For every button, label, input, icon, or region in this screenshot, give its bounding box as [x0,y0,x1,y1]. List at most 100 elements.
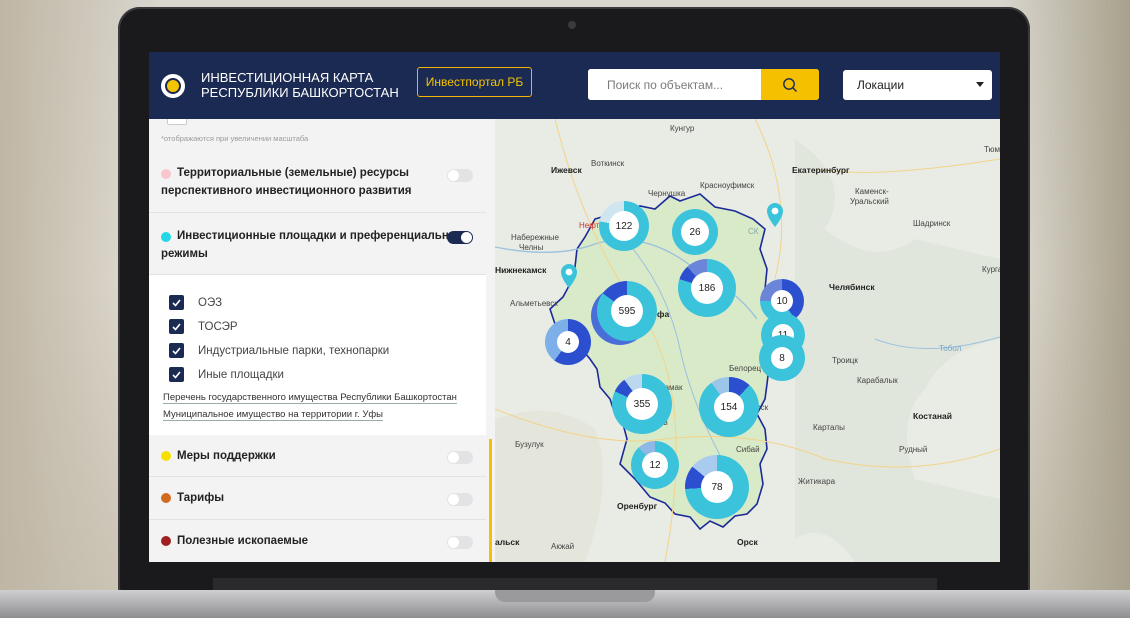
map-label: Карталы [813,423,845,432]
layer-section-minerals: Полезные ископаемые [149,520,486,562]
search-button[interactable] [761,69,819,100]
cluster-count: 355 [626,388,658,420]
invest-subfilters: ОЭЗ ТОСЭР Индустриальные парки, технопар… [149,275,486,435]
map-label: Житикара [798,477,836,486]
map-label: СК [748,227,759,236]
map-label: Тюм [984,145,1000,154]
map-label: Челябинск [829,282,875,292]
search-box [588,69,819,100]
map-label: Сибай [736,445,760,454]
layer-title-tariffs: Тарифы [177,492,225,504]
map-label: фа [657,309,670,319]
checkbox-label: Иные площадки [198,368,284,381]
checkbox-partial[interactable] [167,119,187,125]
cluster-count: 595 [611,295,643,327]
toggle-tariffs[interactable] [447,493,473,506]
app-header: ИНВЕСТИЦИОННАЯ КАРТА РЕСПУБЛИКИ БАШКОРТО… [149,52,1000,119]
cluster-marker[interactable]: 12 [631,441,679,489]
cluster-marker[interactable]: 595 [597,281,657,341]
map-label: Оренбург [617,501,658,511]
cluster-count: 4 [557,331,579,353]
cluster-marker[interactable]: 186 [678,259,736,317]
map-label: Орск [737,537,758,547]
map-label: Нижнекамск [495,265,547,275]
map-label: Нефт [579,221,600,230]
location-select[interactable]: Локации [843,70,992,100]
search-input[interactable] [588,69,761,100]
laptop-hinge [213,578,937,590]
cluster-count: 8 [771,347,793,369]
cluster-count: 10 [771,290,793,312]
checkbox-row-industrial[interactable]: Индустриальные парки, технопарки [169,343,389,358]
map-label: Костанай [913,411,952,421]
link-state-property[interactable]: Перечень государственного имущества Респ… [163,392,457,404]
laptop-notch [495,590,655,602]
layer-title-line1: Территориальные (земельные) ресурсы [177,167,409,179]
check-icon [172,370,181,379]
layers-sidebar: *отображаются при увеличении масштаба Те… [149,119,495,562]
chevron-down-icon [976,82,984,87]
zoom-note: *отображаются при увеличении масштаба [161,134,309,143]
app-title-line2: РЕСПУБЛИКИ БАШКОРТОСТАН [201,85,399,100]
check-icon [172,298,181,307]
toggle-land[interactable] [447,169,473,182]
checkbox-checked[interactable] [169,319,184,334]
map-label: Уральский [850,197,889,206]
map-label: Альметьевск [510,299,558,308]
map-pin-icon[interactable] [561,264,577,288]
toggle-support[interactable] [447,451,473,464]
map-label: Карабалык [857,376,898,385]
map-view[interactable]: Кунгур Ижевск Воткинск Екатеринбург Черн… [495,119,1000,562]
cluster-marker[interactable]: 355 [612,374,672,434]
cluster-marker[interactable]: 78 [685,455,749,519]
checkbox-label: ТОСЭР [198,320,238,333]
link-municipal-property[interactable]: Муниципальное имущество на территории г.… [163,409,383,421]
app-title-line1: ИНВЕСТИЦИОННАЯ КАРТА [201,70,374,85]
checkbox-row-other[interactable]: Иные площадки [169,367,284,382]
cluster-marker[interactable]: 4 [545,319,591,365]
map-label: Шадринск [913,219,951,228]
map-label: Красноуфимск [700,181,755,190]
cluster-marker[interactable]: 122 [599,201,649,251]
check-icon [172,322,181,331]
layer-section-tariffs: Тарифы [149,477,486,520]
cluster-marker[interactable]: 154 [699,377,759,437]
screen: ИНВЕСТИЦИОННАЯ КАРТА РЕСПУБЛИКИ БАШКОРТО… [149,52,1000,562]
map-pin-icon[interactable] [767,203,783,227]
layer-title-line2: перспективного инвестиционного развития [161,185,412,197]
sidebar-scrollbar[interactable] [489,439,492,562]
map-label: Троицк [832,356,858,365]
cluster-count: 12 [642,452,668,478]
app-title[interactable]: ИНВЕСТИЦИОННАЯ КАРТА РЕСПУБЛИКИ БАШКОРТО… [201,70,421,100]
location-select-value: Локации [857,78,905,92]
coat-of-arms-icon[interactable] [161,74,185,98]
checkbox-row-toser[interactable]: ТОСЭР [169,319,238,334]
search-icon [783,77,797,92]
layer-title-invest: Инвестиционные площадки и преференциальн… [161,227,465,263]
toggle-invest[interactable] [447,231,473,244]
cluster-count: 154 [714,392,744,422]
check-icon [172,346,181,355]
cluster-marker[interactable]: 8 [759,335,805,381]
layer-title-support: Меры поддержки [177,450,276,462]
cluster-count: 78 [701,471,733,503]
layer-title-minerals: Полезные ископаемые [177,535,309,547]
cluster-marker[interactable]: 26 [672,209,718,255]
map-label: Ижевск [551,165,582,175]
map-label: Набережные [511,233,559,242]
layer-title-line2: режимы [161,248,208,260]
checkbox-checked[interactable] [169,295,184,310]
map-label: Бузулук [515,440,544,449]
layer-section-invest: Инвестиционные площадки и преференциальн… [149,213,486,275]
checkbox-label: Индустриальные парки, технопарки [198,344,390,357]
investportal-button[interactable]: Инвестпортал РБ [417,67,532,97]
checkbox-checked[interactable] [169,367,184,382]
checkbox-row-oez[interactable]: ОЭЗ [169,295,222,310]
checkbox-checked[interactable] [169,343,184,358]
map-label: Курга [982,265,1000,274]
map-label: Челны [519,243,544,252]
map-label: Чернушка [648,189,686,198]
layer-title-line1: Инвестиционные площадки и преференциальн… [177,230,465,242]
toggle-minerals[interactable] [447,536,473,549]
cluster-count: 186 [691,272,723,304]
